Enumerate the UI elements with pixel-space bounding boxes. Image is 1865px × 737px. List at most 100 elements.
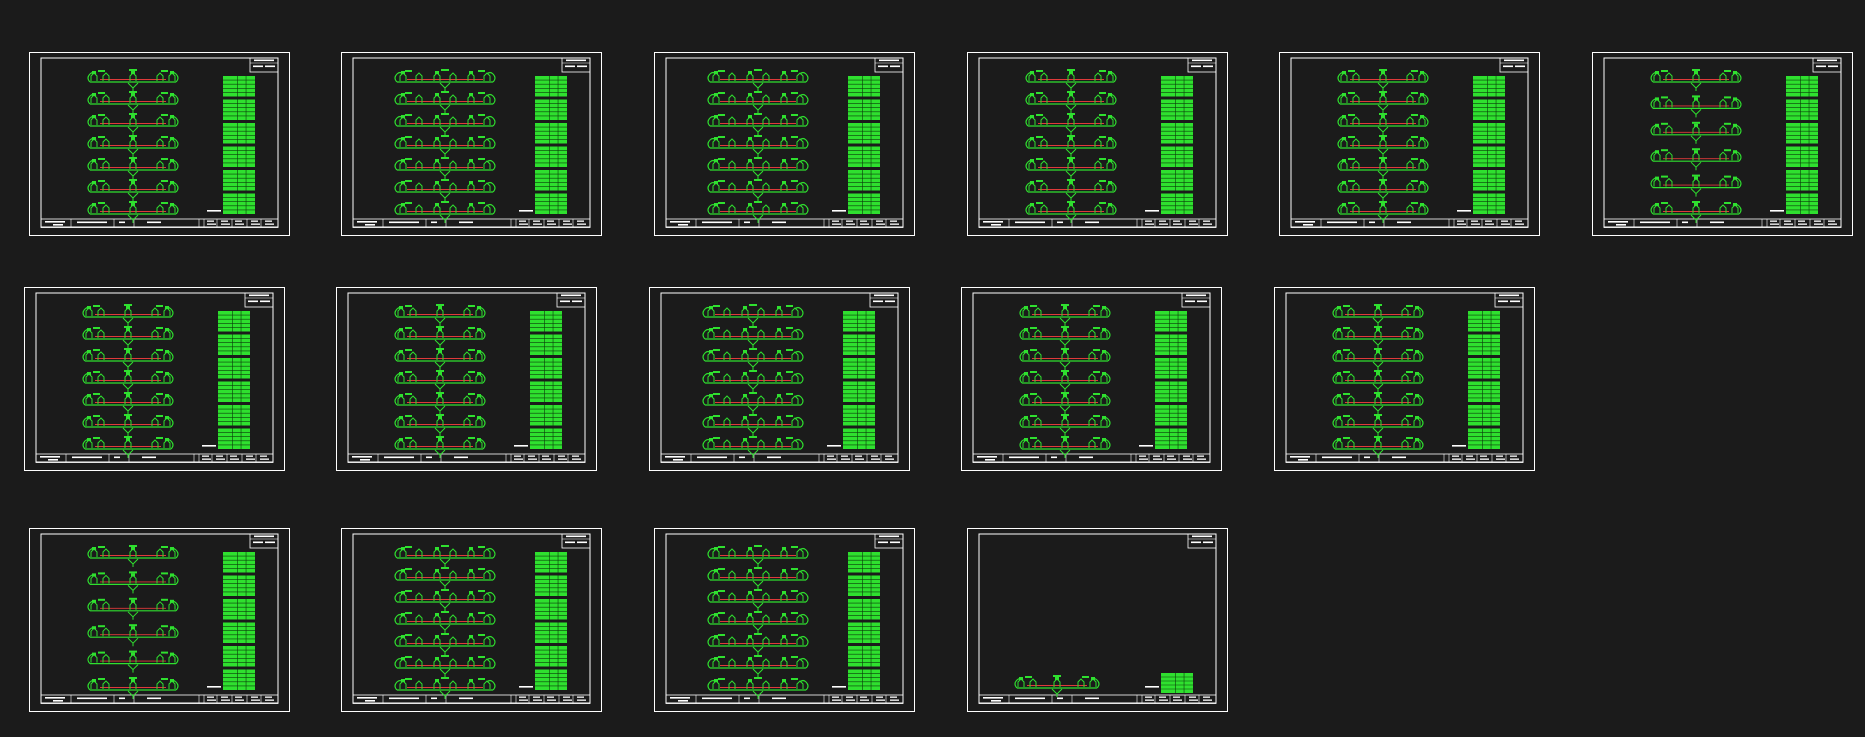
- floor-level: [1332, 436, 1424, 458]
- floor-level: [1332, 370, 1424, 392]
- title-stamp: [556, 292, 586, 308]
- drawing-sheet-13[interactable]: [341, 528, 602, 712]
- sheet-drawing: [29, 528, 290, 712]
- drawing-sheet-9[interactable]: [649, 287, 910, 471]
- floor-level: [1332, 392, 1424, 414]
- floor-level: [87, 69, 179, 91]
- drawing-sheet-6[interactable]: [1592, 52, 1853, 236]
- floor-level: [1014, 675, 1100, 697]
- floor-level: [87, 91, 179, 113]
- floor-level: [1337, 157, 1429, 179]
- floor-level: [87, 650, 179, 673]
- sheet-drawing: [961, 287, 1222, 471]
- section-elevation: [82, 304, 174, 458]
- rebar-schedule-table: [530, 311, 562, 449]
- floor-level: [1650, 95, 1742, 118]
- title-stamp: [249, 57, 279, 73]
- floor-level: [1019, 392, 1111, 414]
- floor-level: [394, 414, 486, 436]
- floor-level: [1019, 414, 1111, 436]
- floor-level: [1025, 135, 1117, 157]
- title-stamp: [874, 57, 904, 73]
- rebar-schedule-table: [535, 76, 567, 214]
- drawing-sheet-5[interactable]: [1279, 52, 1540, 236]
- floor-level: [707, 545, 809, 567]
- floor-level: [1337, 113, 1429, 135]
- section-elevation: [87, 545, 179, 699]
- floor-level: [394, 589, 496, 611]
- drawing-canvas[interactable]: [0, 0, 1865, 737]
- floor-level: [1650, 121, 1742, 144]
- floor-level: [707, 179, 809, 201]
- title-stamp: [1187, 57, 1217, 73]
- floor-level: [394, 304, 486, 326]
- floor-level: [707, 69, 809, 91]
- floor-level: [394, 135, 496, 157]
- floor-level: [707, 567, 809, 589]
- floor-level: [1332, 326, 1424, 348]
- rebar-schedule-table: [218, 311, 250, 449]
- drawing-sheet-12[interactable]: [29, 528, 290, 712]
- sheet-drawing: [1592, 52, 1853, 236]
- floor-level: [1332, 304, 1424, 326]
- sheet-drawing: [649, 287, 910, 471]
- floor-level: [1025, 201, 1117, 223]
- sheet-drawing: [967, 528, 1228, 712]
- section-elevation: [1025, 69, 1117, 223]
- floor-level: [82, 436, 174, 458]
- floor-level: [87, 624, 179, 647]
- floor-level: [394, 436, 486, 458]
- drawing-sheet-14[interactable]: [654, 528, 915, 712]
- rebar-schedule-table: [1161, 76, 1193, 214]
- section-elevation: [1019, 304, 1111, 458]
- drawing-sheet-1[interactable]: [29, 52, 290, 236]
- floor-level: [1332, 414, 1424, 436]
- floor-level: [1025, 157, 1117, 179]
- drawing-sheet-8[interactable]: [336, 287, 597, 471]
- floor-level: [394, 611, 496, 633]
- floor-level: [1332, 348, 1424, 370]
- drawing-sheet-10[interactable]: [961, 287, 1222, 471]
- floor-level: [707, 633, 809, 655]
- drawing-sheet-7[interactable]: [24, 287, 285, 471]
- floor-level: [1337, 201, 1429, 223]
- floor-level: [1019, 304, 1111, 326]
- floor-level: [702, 414, 804, 436]
- drawing-sheet-2[interactable]: [341, 52, 602, 236]
- sheet-drawing: [654, 52, 915, 236]
- sheet-drawing: [29, 52, 290, 236]
- section-elevation: [707, 69, 809, 223]
- floor-level: [87, 179, 179, 201]
- floor-level: [702, 348, 804, 370]
- floor-level: [394, 567, 496, 589]
- floor-level: [702, 304, 804, 326]
- title-stamp: [244, 292, 274, 308]
- title-stamp: [249, 533, 279, 549]
- title-stamp: [874, 533, 904, 549]
- title-stamp: [1181, 292, 1211, 308]
- title-stamp: [869, 292, 899, 308]
- sheet-drawing: [336, 287, 597, 471]
- title-stamp: [1499, 57, 1529, 73]
- floor-level: [702, 436, 804, 458]
- drawing-sheet-15[interactable]: [967, 528, 1228, 712]
- floor-level: [82, 348, 174, 370]
- sheet-drawing: [24, 287, 285, 471]
- floor-level: [702, 370, 804, 392]
- rebar-schedule-table: [223, 76, 255, 214]
- title-stamp: [1187, 533, 1217, 549]
- rebar-schedule-table: [1161, 673, 1193, 693]
- title-stamp: [1812, 57, 1842, 73]
- floor-level: [394, 370, 486, 392]
- rebar-schedule-table: [535, 552, 567, 690]
- drawing-sheet-11[interactable]: [1274, 287, 1535, 471]
- drawing-sheet-3[interactable]: [654, 52, 915, 236]
- floor-level: [1337, 69, 1429, 91]
- floor-level: [87, 597, 179, 620]
- rebar-schedule-table: [1786, 76, 1818, 214]
- drawing-sheet-4[interactable]: [967, 52, 1228, 236]
- floor-level: [87, 201, 179, 223]
- section-elevation: [1332, 304, 1424, 458]
- floor-level: [707, 611, 809, 633]
- floor-level: [394, 677, 496, 699]
